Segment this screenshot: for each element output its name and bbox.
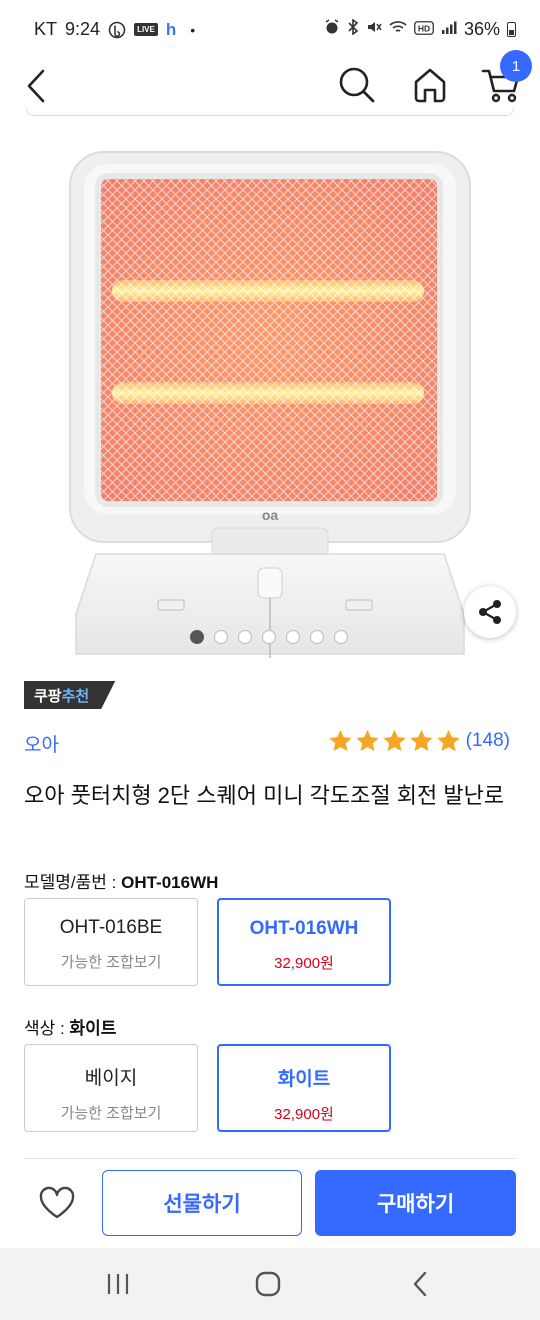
color-selected-value: 화이트 (69, 1019, 117, 1038)
back-arrow-icon[interactable] (18, 64, 54, 108)
battery-percent: 36% (463, 19, 500, 39)
option-sub: 가능한 조합보기 (60, 954, 162, 971)
star-icon (436, 729, 460, 751)
heart-icon (39, 1186, 75, 1219)
rating-stars (327, 728, 462, 754)
share-icon (479, 600, 501, 624)
star-icon (328, 729, 352, 751)
coupang-recommend-badge: 쿠팡 추천 (24, 681, 115, 709)
option-sub: 가능한 조합보기 (60, 1105, 162, 1122)
bluetooth-icon (347, 18, 359, 40)
rating[interactable]: (148) (327, 728, 510, 754)
hd-icon: HD (414, 19, 434, 40)
status-right: HD 36% (324, 18, 516, 40)
product-title: 오아 풋터치형 2단 스퀘어 미니 각도조절 회전 발난로 (24, 783, 505, 808)
carrier-label: KT (34, 19, 58, 39)
model-option-oht-016be[interactable]: OHT-016BE 가능한 조합보기 (24, 898, 198, 986)
option-name: OHT-016WH (249, 918, 359, 939)
recent-apps-icon[interactable] (96, 1266, 140, 1302)
review-count[interactable]: (148) (466, 730, 510, 752)
clock: 9:24 (65, 19, 101, 39)
alarm-icon (324, 19, 340, 40)
signal-icon (441, 19, 457, 40)
wishlist-button[interactable] (36, 1182, 78, 1224)
color-option-beige[interactable]: 베이지 가능한 조합보기 (24, 1044, 198, 1132)
wifi-icon (389, 19, 407, 40)
model-selected-value: OHT-016WH (121, 873, 219, 892)
gallery-dot[interactable] (190, 630, 204, 644)
model-option-label: 모델명/품번 : OHT-016WH (24, 868, 218, 893)
share-button[interactable] (464, 586, 516, 638)
home-nav-icon[interactable] (246, 1266, 290, 1302)
mute-icon (366, 19, 382, 40)
gallery-dot[interactable] (214, 630, 228, 644)
status-left: KT 9:24 LIVE h • (34, 19, 195, 40)
badge-prefix: 쿠팡 (34, 687, 62, 705)
option-name: OHT-016BE (59, 917, 163, 938)
gallery-dots (190, 630, 348, 644)
h-app-icon: h (165, 19, 177, 39)
star-icon (409, 729, 433, 751)
app-header (0, 58, 540, 114)
badge-highlight: 추천 (61, 687, 90, 705)
section-divider (24, 1158, 516, 1159)
model-option-oht-016wh[interactable]: OHT-016WH 32,900원 (217, 898, 391, 986)
cart-count-badge: 1 (500, 50, 532, 82)
star-icon (382, 729, 406, 751)
option-name: 베이지 (84, 1068, 138, 1089)
heater-image: oa (0, 118, 540, 658)
notification-dot: • (190, 21, 196, 38)
gallery-dot[interactable] (310, 630, 324, 644)
gift-button[interactable]: 선물하기 (102, 1170, 302, 1236)
color-option-label: 색상 : 화이트 (24, 1014, 116, 1039)
svg-text:oa: oa (262, 507, 279, 523)
option-name: 화이트 (277, 1069, 331, 1090)
system-nav-bar (0, 1248, 540, 1320)
brand-link[interactable]: 오아 (24, 730, 59, 757)
gallery-dot[interactable] (238, 630, 252, 644)
bottom-action-bar: 선물하기 구매하기 (0, 1162, 540, 1248)
live-icon: LIVE (134, 23, 158, 36)
search-icon[interactable] (334, 62, 380, 108)
gallery-dot[interactable] (262, 630, 276, 644)
star-icon (355, 729, 379, 751)
back-nav-icon[interactable] (398, 1266, 442, 1302)
product-image[interactable]: oa (0, 118, 540, 658)
color-label-text: 색상 : (24, 1019, 70, 1038)
battery-icon (507, 22, 516, 37)
color-option-white[interactable]: 화이트 32,900원 (217, 1044, 391, 1132)
home-icon[interactable] (408, 62, 452, 108)
gallery-dot[interactable] (334, 630, 348, 644)
buy-button[interactable]: 구매하기 (315, 1170, 516, 1236)
model-label-text: 모델명/품번 : (24, 873, 122, 892)
gallery-dot[interactable] (286, 630, 300, 644)
option-price: 32,900원 (274, 955, 334, 972)
b-app-icon (108, 21, 126, 39)
status-bar: KT 9:24 LIVE h • HD 36% (0, 0, 540, 58)
option-price: 32,900원 (274, 1106, 334, 1123)
svg-text:HD: HD (418, 24, 430, 34)
header-divider (26, 108, 514, 116)
